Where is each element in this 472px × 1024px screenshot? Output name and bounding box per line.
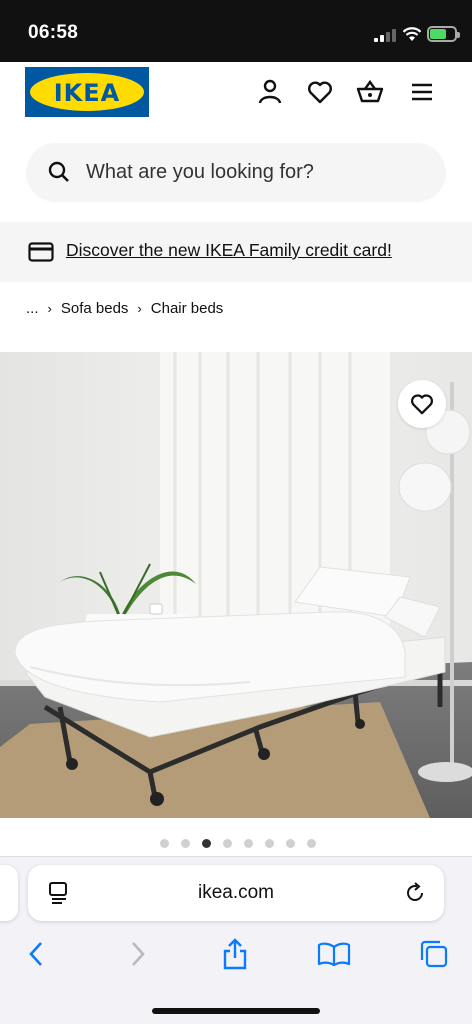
pagination-dot[interactable]: [265, 839, 274, 848]
battery-icon: [427, 26, 460, 42]
url-text: ikea.com: [197, 882, 275, 903]
pagination-dot[interactable]: [307, 839, 316, 848]
breadcrumb-ellipsis[interactable]: ...: [26, 300, 39, 317]
share-icon[interactable]: [217, 936, 253, 972]
search-input[interactable]: What are you looking for?: [26, 143, 446, 202]
pagination-dot[interactable]: [244, 839, 253, 848]
forward-icon[interactable]: [120, 936, 156, 972]
add-to-wishlist-button[interactable]: [398, 380, 446, 428]
breadcrumb-sofa-beds[interactable]: Sofa beds: [61, 300, 129, 317]
account-icon[interactable]: [256, 78, 284, 106]
logo-text: IKEA: [53, 79, 121, 107]
credit-card-link[interactable]: Discover the new IKEA Family credit card…: [66, 240, 392, 261]
pagination-dot-active[interactable]: [202, 839, 211, 848]
site-header: IKEA: [0, 62, 472, 124]
chevron-right-icon: ›: [137, 301, 142, 316]
status-bar: 06:58: [0, 0, 472, 62]
address-bar[interactable]: ikea.com: [28, 865, 444, 921]
ikea-logo[interactable]: IKEA: [25, 67, 149, 117]
status-time: 06:58: [28, 22, 79, 43]
pagination-dot[interactable]: [160, 839, 169, 848]
heart-icon[interactable]: [306, 78, 334, 106]
cellular-signal-icon: [374, 28, 396, 42]
chevron-right-icon: ›: [47, 301, 52, 316]
menu-icon[interactable]: [408, 78, 436, 106]
previous-tab-preview[interactable]: [0, 865, 18, 921]
home-indicator: [152, 1008, 320, 1014]
pagination-dot[interactable]: [286, 839, 295, 848]
image-pagination: [160, 839, 316, 848]
credit-card-banner: Discover the new IKEA Family credit card…: [0, 222, 472, 282]
product-image[interactable]: [0, 352, 472, 818]
wifi-icon: [402, 27, 422, 41]
back-icon[interactable]: [18, 936, 54, 972]
bookmarks-icon[interactable]: [316, 936, 352, 972]
pagination-dot[interactable]: [223, 839, 232, 848]
breadcrumb-chair-beds[interactable]: Chair beds: [151, 300, 224, 317]
breadcrumb: ... › Sofa beds › Chair beds: [26, 300, 223, 317]
basket-icon[interactable]: [356, 78, 384, 106]
reload-icon[interactable]: [404, 882, 426, 904]
search-placeholder: What are you looking for?: [86, 161, 314, 183]
credit-card-icon: [28, 242, 54, 262]
heart-icon: [411, 394, 433, 415]
pagination-dot[interactable]: [181, 839, 190, 848]
tabs-icon[interactable]: [416, 936, 452, 972]
search-icon: [48, 161, 69, 182]
